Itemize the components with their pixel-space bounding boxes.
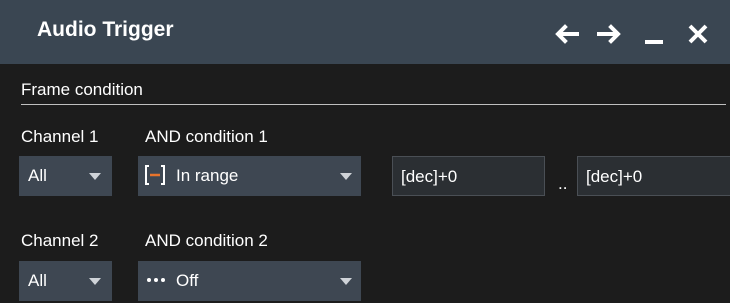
range-min-value: [dec]+0 xyxy=(401,167,458,186)
chevron-down-icon xyxy=(340,173,352,180)
channel-1-dropdown[interactable]: All xyxy=(19,156,112,196)
range-max-value: [dec]+0 xyxy=(586,167,643,186)
range-min-field[interactable]: [dec]+0 xyxy=(392,156,545,196)
range-bracket-icon xyxy=(144,164,166,186)
and-condition-2-dropdown[interactable]: Off xyxy=(138,261,361,301)
channel-1-label: Channel 1 xyxy=(21,127,99,146)
channel-1-value: All xyxy=(28,166,47,185)
dots-icon xyxy=(146,273,166,287)
forward-arrow-icon[interactable] xyxy=(595,20,623,48)
and-condition-1-dropdown[interactable]: In range xyxy=(138,156,361,196)
channel-2-label: Channel 2 xyxy=(21,231,99,250)
range-separator: .. xyxy=(558,174,568,193)
frame-condition-section: Frame condition xyxy=(21,80,726,105)
back-arrow-icon[interactable] xyxy=(553,20,581,48)
and-condition-1-label: AND condition 1 xyxy=(145,127,268,146)
chevron-down-icon xyxy=(89,173,101,180)
chevron-down-icon xyxy=(89,278,101,285)
chevron-down-icon xyxy=(340,278,352,285)
and-condition-2-label: AND condition 2 xyxy=(145,231,268,250)
window-title: Audio Trigger xyxy=(37,18,174,41)
and-condition-1-value: In range xyxy=(176,166,239,185)
channel-2-value: All xyxy=(28,271,47,290)
channel-2-dropdown[interactable]: All xyxy=(19,261,112,301)
and-condition-2-value: Off xyxy=(176,271,199,290)
range-max-field[interactable]: [dec]+0 xyxy=(577,156,730,196)
minimize-icon[interactable] xyxy=(641,20,669,48)
section-title: Frame condition xyxy=(21,80,143,99)
close-icon[interactable] xyxy=(684,20,712,48)
window-titlebar: Audio Trigger xyxy=(0,0,730,64)
